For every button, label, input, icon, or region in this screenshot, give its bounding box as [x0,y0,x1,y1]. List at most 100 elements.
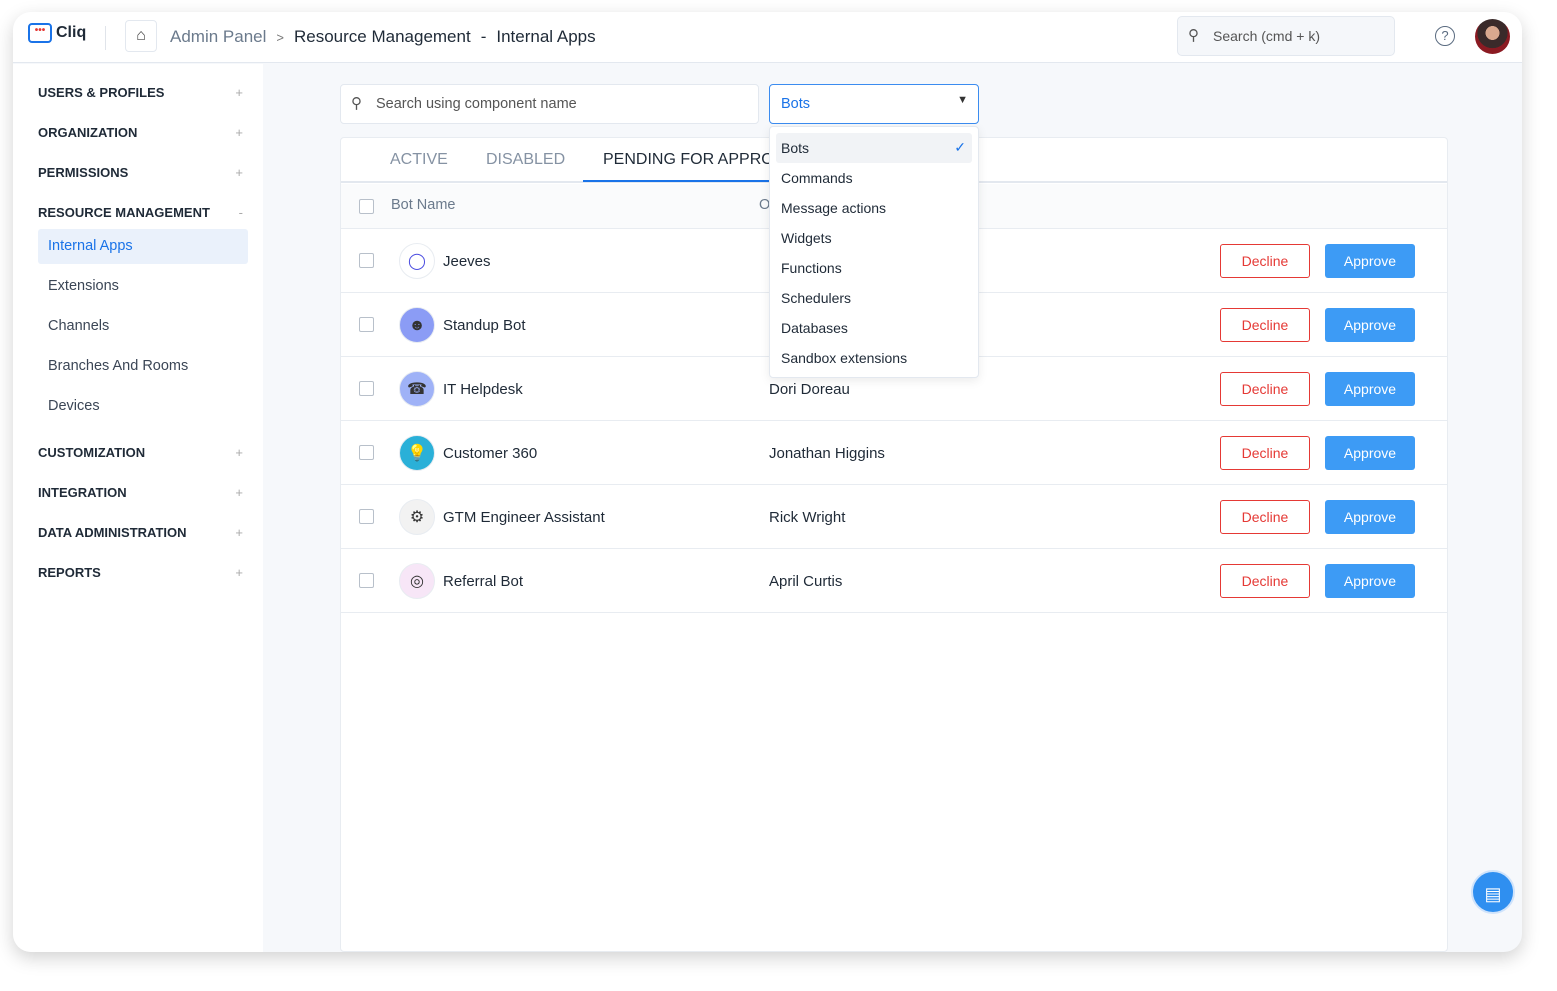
approve-button[interactable]: Approve [1325,500,1415,534]
sidebar-section-users-profiles[interactable]: USERS & PROFILES + [38,85,243,100]
decline-button[interactable]: Decline [1220,308,1310,342]
expand-icon: + [235,125,243,140]
expand-icon: + [235,525,243,540]
option-label: Schedulers [781,290,852,306]
breadcrumb: Admin Panel > Resource Management - Inte… [170,27,596,47]
breadcrumb-separator: > [276,29,284,45]
column-bot-name: Bot Name [391,197,456,213]
row-checkbox[interactable] [359,253,374,268]
app-window: ••• Cliq ⌂ Admin Panel > Resource Managem… [13,12,1522,952]
app-name: Cliq [56,24,87,41]
cliq-logo[interactable]: ••• Cliq [28,23,86,43]
bot-name: IT Helpdesk [443,381,523,398]
option-label: Databases [781,320,848,336]
sidebar-item-channels[interactable]: Channels [38,309,248,344]
dropdown-option[interactable]: Widgets [776,223,972,253]
section-label: RESOURCE MANAGEMENT [38,205,210,220]
breadcrumb-section: Resource Management [293,27,471,46]
bot-name: Standup Bot [443,317,526,334]
dropdown-option[interactable]: Message actions [776,193,972,223]
sidebar-item-extensions[interactable]: Extensions [38,269,248,304]
home-button[interactable]: ⌂ [125,20,157,52]
sidebar-section-integration[interactable]: INTEGRATION + [38,485,243,500]
row-checkbox[interactable] [359,381,374,396]
bot-name: Jeeves [443,253,491,270]
owner-name: Dori Doreau [769,381,850,398]
option-label: Message actions [781,200,887,216]
dropdown-option[interactable]: Databases [776,313,972,343]
bot-name: Customer 360 [443,445,538,462]
component-type-dropdown: Bots ✓ Commands Message actions Widgets Funct… [769,126,979,378]
select-all-checkbox[interactable] [359,199,374,214]
check-icon: ✓ [954,139,966,155]
sidebar-section-resource-management[interactable]: RESOURCE MANAGEMENT - [38,205,243,220]
decline-button[interactable]: Decline [1220,372,1310,406]
search-placeholder: Search using component name [376,96,577,112]
avatar[interactable] [1475,19,1510,54]
component-type-select[interactable]: Bots ▼ [769,84,979,124]
table-row: ⚙ GTM Engineer Assistant Rick Wright Dec… [341,485,1447,549]
sidebar-item-devices[interactable]: Devices [38,389,248,424]
tab-active[interactable]: ACTIVE [390,151,448,169]
table-row: 💡 Customer 360 Jonathan Higgins Decline … [341,421,1447,485]
decline-button[interactable]: Decline [1220,564,1310,598]
dropdown-option[interactable]: Functions [776,253,972,283]
table-row: ◎ Referral Bot April Curtis Decline Appr… [341,549,1447,613]
sidebar-section-data-administration[interactable]: DATA ADMINISTRATION + [38,525,243,540]
sidebar: USERS & PROFILES + ORGANIZATION + PERMISSI… [13,64,263,952]
bot-icon: ⚙ [399,499,435,535]
home-icon: ⌂ [136,27,146,44]
search-icon: ⚲ [1188,27,1199,44]
option-label: Sandbox extensions [781,350,908,366]
option-label: Bots [781,140,810,156]
sidebar-item-branches-rooms[interactable]: Branches And Rooms [38,349,248,384]
breadcrumb-admin-panel[interactable]: Admin Panel [170,27,266,47]
decline-button[interactable]: Decline [1220,244,1310,278]
section-label: REPORTS [38,565,101,580]
section-label: PERMISSIONS [38,165,129,180]
chat-icon: ▤ [1484,884,1502,904]
collapse-icon: - [238,205,243,220]
row-checkbox[interactable] [359,573,374,588]
approve-button[interactable]: Approve [1325,436,1415,470]
row-checkbox[interactable] [359,445,374,460]
chat-button[interactable]: ▤ [1471,870,1515,914]
section-label: USERS & PROFILES [38,85,165,100]
expand-icon: + [235,85,243,100]
active-tab-indicator [583,180,783,182]
option-label: Functions [781,260,842,276]
sidebar-section-organization[interactable]: ORGANIZATION + [38,125,243,140]
sidebar-section-customization[interactable]: CUSTOMIZATION + [38,445,243,460]
chevron-down-icon: ▼ [957,94,968,106]
approve-button[interactable]: Approve [1325,244,1415,278]
divider [105,26,106,50]
approve-button[interactable]: Approve [1325,372,1415,406]
section-label: DATA ADMINISTRATION [38,525,187,540]
approve-button[interactable]: Approve [1325,308,1415,342]
owner-name: April Curtis [769,573,843,590]
dropdown-option[interactable]: Schedulers [776,283,972,313]
component-search-input[interactable]: ⚲ Search using component name [340,84,759,124]
approve-button[interactable]: Approve [1325,564,1415,598]
sidebar-section-permissions[interactable]: PERMISSIONS + [38,165,243,180]
tab-disabled[interactable]: DISABLED [486,151,565,169]
breadcrumb-page: Internal Apps [496,27,596,46]
option-label: Widgets [781,230,832,246]
bot-name: GTM Engineer Assistant [443,509,605,526]
sidebar-section-reports[interactable]: REPORTS + [38,565,243,580]
selected-value: Bots [781,96,811,112]
bot-icon: ☻ [399,307,435,343]
top-header: ••• Cliq ⌂ Admin Panel > Resource Managem… [13,12,1522,63]
dropdown-option[interactable]: Bots ✓ [776,133,972,163]
chat-bubble-icon: ••• [28,23,52,43]
help-icon[interactable]: ? [1435,26,1455,46]
section-label: ORGANIZATION [38,125,138,140]
dropdown-option[interactable]: Commands [776,163,972,193]
decline-button[interactable]: Decline [1220,436,1310,470]
row-checkbox[interactable] [359,317,374,332]
sidebar-item-internal-apps[interactable]: Internal Apps [38,229,248,264]
global-search-input[interactable]: ⚲ Search (cmd + k) [1177,16,1395,56]
dropdown-option[interactable]: Sandbox extensions [776,343,972,373]
decline-button[interactable]: Decline [1220,500,1310,534]
row-checkbox[interactable] [359,509,374,524]
